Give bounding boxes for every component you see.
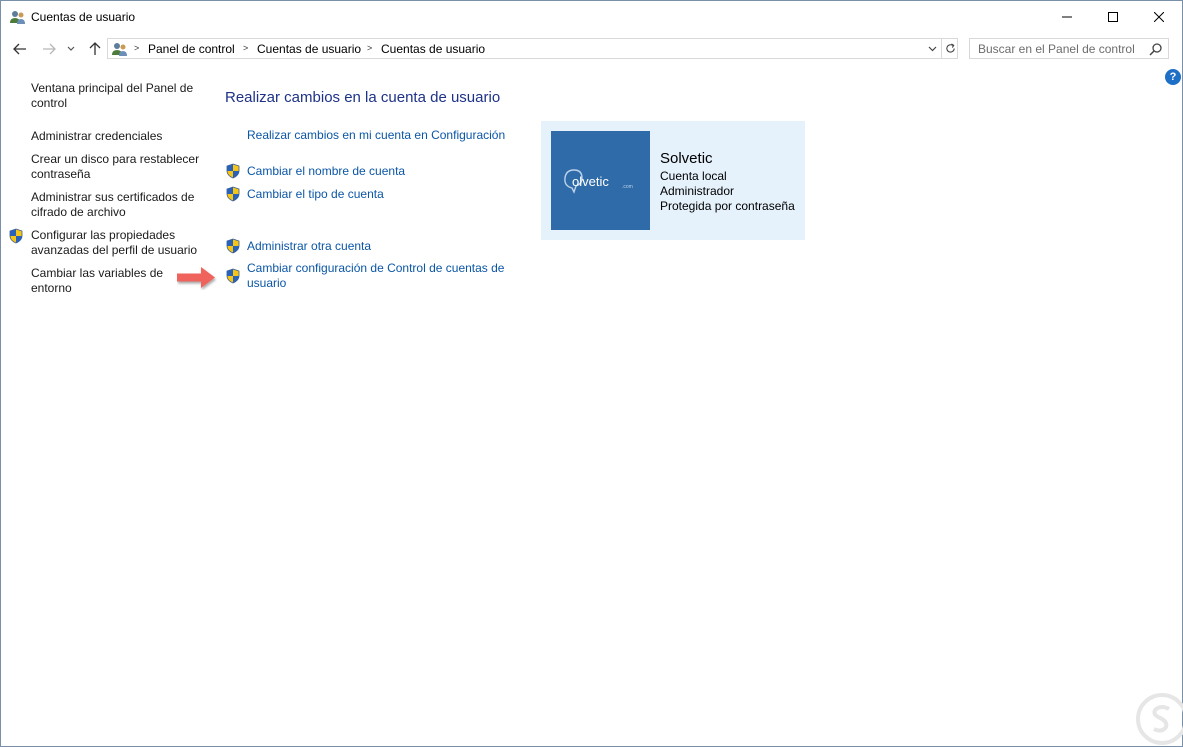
breadcrumb-cuentas-de-usuario[interactable]: Cuentas de usuario	[257, 42, 361, 56]
back-button[interactable]	[10, 39, 30, 59]
page-title: Realizar cambios en la cuenta de usuario	[225, 89, 501, 106]
link-manage-other-account[interactable]: Administrar otra cuenta	[247, 239, 371, 254]
uac-shield-icon	[226, 238, 240, 254]
maximize-icon	[1108, 11, 1118, 22]
uac-shield-icon	[226, 163, 240, 179]
sidebar-item-manage-credentials[interactable]: Administrar credenciales	[31, 129, 206, 144]
pointer-arrow-icon	[177, 267, 215, 288]
solvetic-watermark-icon	[1136, 693, 1183, 745]
breadcrumb-separator[interactable]: >	[367, 43, 372, 53]
help-icon[interactable]: ?	[1165, 69, 1181, 85]
address-history-button[interactable]	[923, 39, 941, 58]
uac-shield-icon	[226, 268, 240, 284]
breadcrumb-cuentas-de-usuario-current[interactable]: Cuentas de usuario	[381, 42, 485, 56]
close-icon	[1154, 11, 1164, 22]
solvetic-logo-icon: olvetic .com	[564, 169, 633, 194]
refresh-button[interactable]	[941, 39, 958, 58]
user-accounts-icon	[112, 43, 127, 56]
title-bar[interactable]: Cuentas de usuario	[1, 1, 1182, 32]
arrow-up-icon	[89, 42, 101, 55]
up-button[interactable]	[85, 39, 105, 59]
chevron-down-icon	[67, 46, 75, 51]
account-role: Administrador	[660, 184, 735, 198]
link-settings-account[interactable]: Realizar cambios en mi cuenta en Configu…	[247, 128, 505, 143]
breadcrumb-panel-de-control[interactable]: Panel de control	[148, 42, 235, 56]
sidebar-item-control-panel-home[interactable]: Ventana principal del Panel de control	[31, 81, 206, 111]
breadcrumb-separator[interactable]: >	[243, 43, 248, 53]
maximize-button[interactable]	[1090, 1, 1136, 32]
avatar: olvetic .com	[551, 131, 650, 230]
minimize-button[interactable]	[1044, 1, 1090, 32]
account-tile: olvetic .com Solvetic Cuenta local Admin…	[541, 121, 805, 240]
recent-locations-button[interactable]	[64, 39, 78, 59]
sidebar-item-advanced-profile[interactable]: Configurar las propiedades avanzadas del…	[31, 228, 206, 258]
chevron-down-icon	[928, 46, 936, 51]
arrow-left-icon	[13, 43, 26, 55]
svg-text:.com: .com	[622, 184, 633, 190]
account-type: Cuenta local	[660, 169, 727, 183]
minimize-icon	[1062, 16, 1072, 17]
search-box[interactable]: Buscar en el Panel de control	[969, 38, 1169, 59]
arrow-right-icon	[43, 43, 56, 55]
sidebar-item-password-reset-disk[interactable]: Crear un disco para restablecer contrase…	[31, 152, 206, 182]
avatar-logo-text: olvetic	[572, 174, 609, 189]
link-change-account-name[interactable]: Cambiar el nombre de cuenta	[247, 164, 405, 179]
user-accounts-icon	[10, 11, 25, 24]
close-button[interactable]	[1136, 1, 1182, 32]
address-bar[interactable]: > Panel de control > Cuentas de usuario …	[107, 38, 958, 59]
account-protection: Protegida por contraseña	[660, 199, 795, 213]
search-input[interactable]: Buscar en el Panel de control	[978, 42, 1135, 56]
uac-shield-icon	[226, 186, 240, 202]
control-panel-window: Cuentas de usuario > Panel de control >	[0, 0, 1183, 747]
sidebar-item-environment-variables[interactable]: Cambiar las variables de entorno	[31, 266, 181, 296]
link-uac-settings[interactable]: Cambiar configuración de Control de cuen…	[247, 261, 517, 291]
uac-shield-icon	[9, 228, 23, 244]
refresh-icon	[945, 43, 955, 53]
link-change-account-type[interactable]: Cambiar el tipo de cuenta	[247, 187, 384, 202]
sidebar-item-encryption-certificates[interactable]: Administrar sus certificados de cifrado …	[31, 190, 206, 220]
search-icon[interactable]	[1149, 42, 1163, 56]
account-name: Solvetic	[660, 150, 713, 167]
forward-button[interactable]	[39, 39, 59, 59]
breadcrumb-separator[interactable]: >	[134, 43, 139, 53]
window-title: Cuentas de usuario	[31, 10, 136, 24]
